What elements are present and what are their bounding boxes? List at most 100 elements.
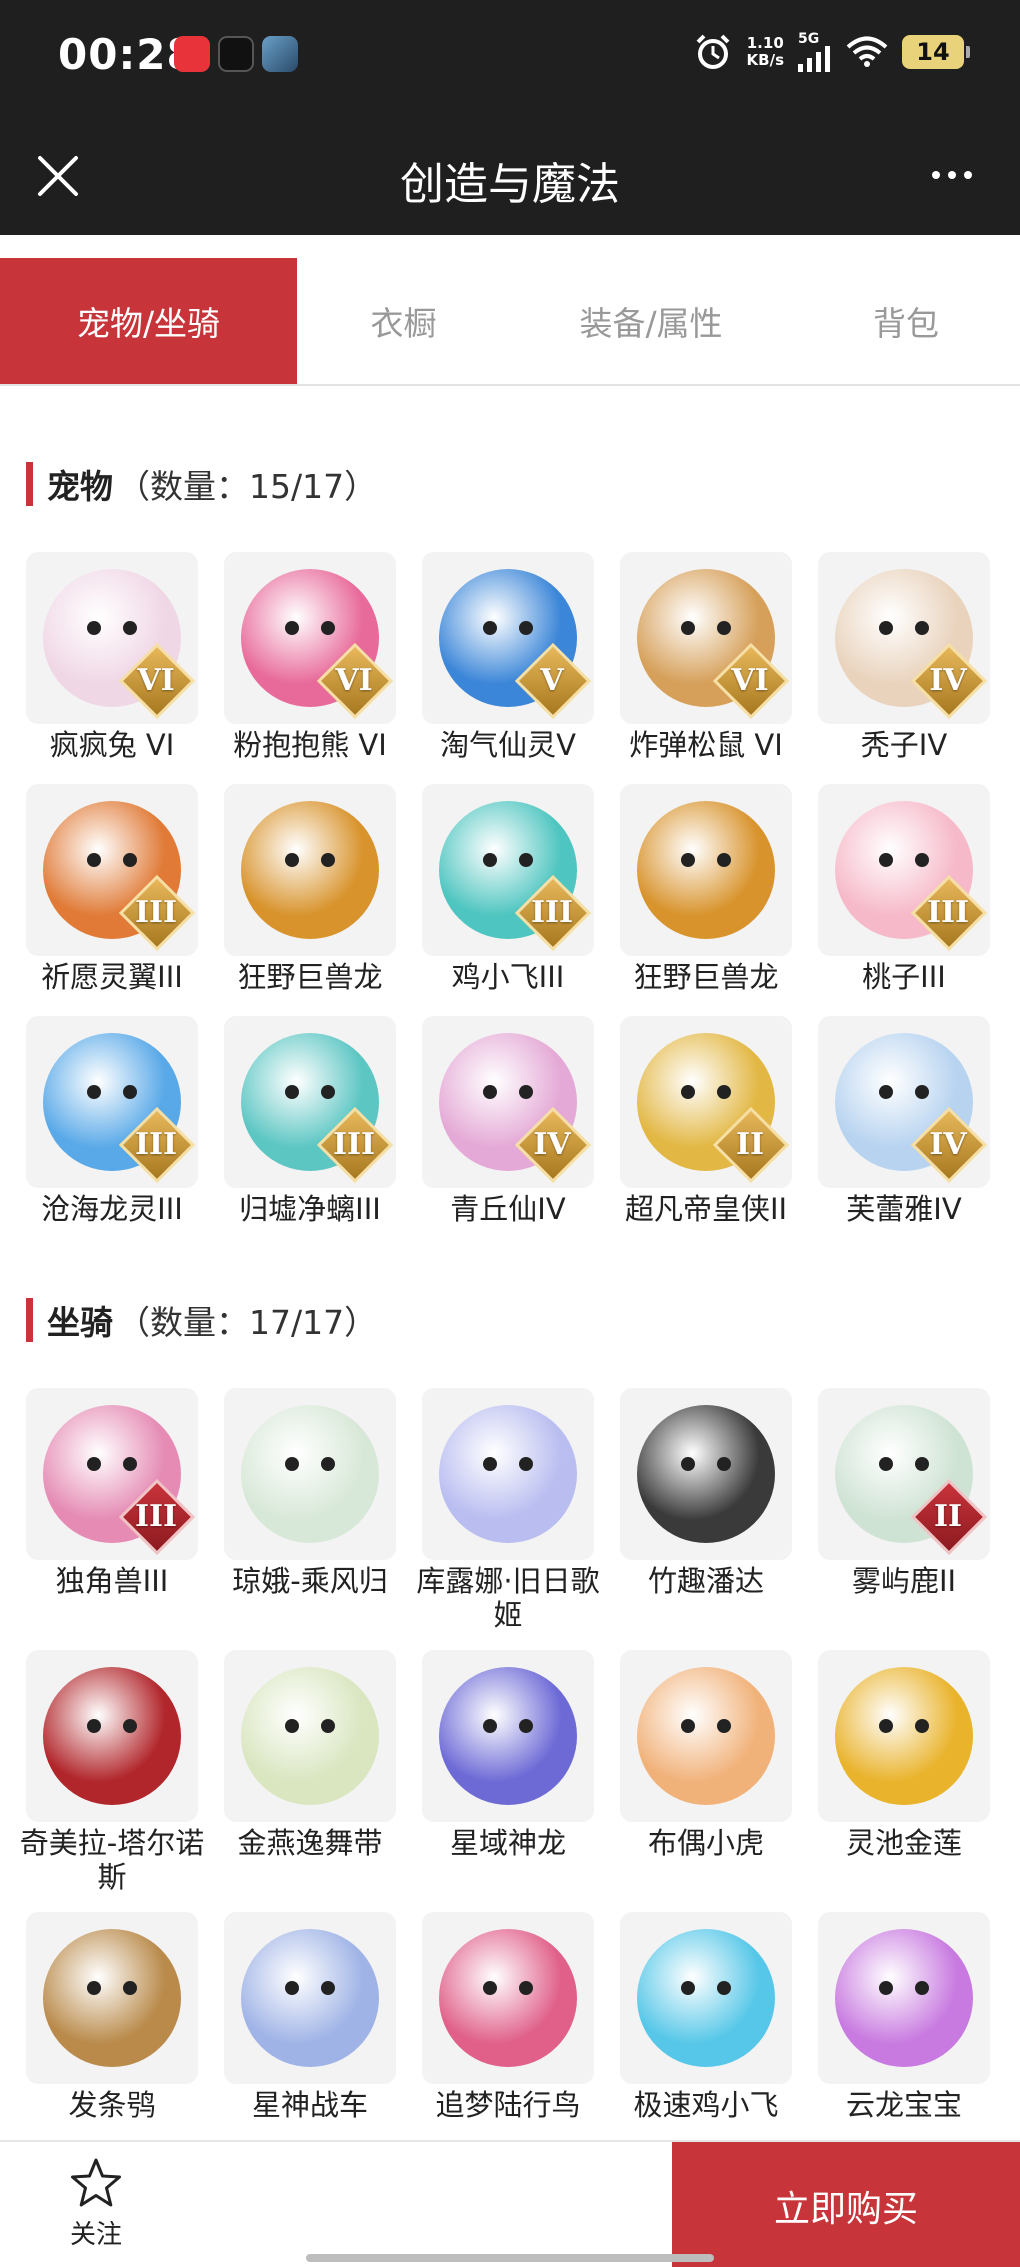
section-accent-bar — [26, 462, 33, 506]
net-speed-unit: KB/s — [746, 51, 784, 69]
tab-wardrobe[interactable]: 衣橱 — [297, 258, 510, 384]
pet-name: 秃子IV — [860, 728, 948, 762]
mount-thumbnail: III — [26, 1388, 198, 1560]
pet-name: 桃子III — [862, 960, 946, 994]
artwork-eye — [123, 1719, 137, 1733]
pet-thumbnail: IV — [422, 1016, 594, 1188]
artwork-eye — [321, 1719, 335, 1733]
pet-thumbnail — [224, 784, 396, 956]
tab-backpack[interactable]: 背包 — [792, 258, 1020, 384]
artwork-eye — [681, 1085, 695, 1099]
pet-item[interactable]: VI 疯疯兔 VI — [26, 552, 198, 766]
artwork-eye — [681, 1719, 695, 1733]
pet-item[interactable]: 狂野巨兽龙 — [224, 784, 396, 998]
mount-item[interactable]: 金燕逸舞带 — [224, 1650, 396, 1894]
mount-item[interactable]: III 独角兽III — [26, 1388, 198, 1632]
artwork-eye — [321, 1457, 335, 1471]
artwork-eye — [483, 1719, 497, 1733]
pet-item[interactable]: VI 炸弹松鼠 VI — [620, 552, 792, 766]
signal-group: 5G — [798, 32, 832, 72]
artwork-eye — [87, 1719, 101, 1733]
rank-badge-text: IV — [929, 663, 967, 698]
pet-item[interactable]: III 鸡小飞III — [422, 784, 594, 998]
rank-badge-text: II — [933, 1499, 963, 1534]
buy-now-button[interactable]: 立即购买 — [672, 2142, 1020, 2267]
pet-item[interactable]: III 归墟净螭III — [224, 1016, 396, 1230]
tab-pets-mounts[interactable]: 宠物/坐骑 — [0, 258, 297, 384]
pet-item[interactable]: VI 粉抱抱熊 VI — [224, 552, 396, 766]
artwork-eye — [321, 1085, 335, 1099]
mount-thumbnail — [620, 1388, 792, 1560]
mount-thumbnail — [26, 1912, 198, 2084]
pet-thumbnail: III — [422, 784, 594, 956]
pet-item[interactable]: III 沧海龙灵III — [26, 1016, 198, 1230]
netease-cloud-music-icon — [174, 36, 210, 72]
follow-button[interactable]: 关注 — [54, 2156, 138, 2251]
pet-thumbnail: V — [422, 552, 594, 724]
mount-item[interactable]: II 雾屿鹿II — [818, 1388, 990, 1632]
pet-artwork — [241, 801, 379, 939]
pets-section-title: 宠物 （数量：15/17） — [26, 460, 377, 508]
mount-item[interactable]: 星神战车 — [224, 1912, 396, 2128]
tab-equipment-attributes[interactable]: 装备/属性 — [510, 258, 792, 384]
more-dot — [948, 171, 956, 179]
home-indicator[interactable] — [306, 2254, 714, 2262]
mount-name: 追梦陆行鸟 — [435, 2088, 581, 2122]
mount-artwork — [241, 1405, 379, 1543]
artwork-eye — [123, 853, 137, 867]
pet-name: 祈愿灵翼III — [41, 960, 183, 994]
pet-item[interactable]: 狂野巨兽龙 — [620, 784, 792, 998]
mount-item[interactable]: 追梦陆行鸟 — [422, 1912, 594, 2128]
mount-artwork — [835, 1929, 973, 2067]
mount-item[interactable]: 发条鸮 — [26, 1912, 198, 2128]
artwork-eye — [681, 853, 695, 867]
mount-item[interactable]: 布偶小虎 — [620, 1650, 792, 1894]
mount-thumbnail — [818, 1650, 990, 1822]
pet-item[interactable]: II 超凡帝皇侠II — [620, 1016, 792, 1230]
mount-thumbnail — [620, 1912, 792, 2084]
pet-thumbnail: III — [224, 1016, 396, 1188]
mount-thumbnail — [224, 1650, 396, 1822]
artwork-eye — [915, 1085, 929, 1099]
mount-item[interactable]: 库露娜·旧日歌姬 — [416, 1388, 600, 1632]
star-outline-icon — [71, 2158, 121, 2207]
mount-thumbnail — [224, 1388, 396, 1560]
artwork-eye — [717, 621, 731, 635]
artwork-eye — [285, 1085, 299, 1099]
pet-item[interactable]: V 淘气仙灵V — [422, 552, 594, 766]
mounts-title: 坐骑 — [47, 1303, 113, 1342]
mount-item[interactable]: 云龙宝宝 — [818, 1912, 990, 2128]
mount-item[interactable]: 灵池金莲 — [818, 1650, 990, 1894]
artwork-eye — [483, 1085, 497, 1099]
mount-item[interactable]: 奇美拉-塔尔诺斯 — [20, 1650, 204, 1894]
more-button[interactable] — [924, 160, 980, 190]
pet-item[interactable]: IV 青丘仙IV — [422, 1016, 594, 1230]
net-speed: 1.10 KB/s — [747, 35, 784, 69]
section-accent-bar — [26, 1298, 33, 1342]
mount-artwork — [637, 1405, 775, 1543]
artwork-eye — [123, 1457, 137, 1471]
mount-item[interactable]: 琼娥-乘风归 — [224, 1388, 396, 1632]
pet-item[interactable]: III 祈愿灵翼III — [26, 784, 198, 998]
mount-item[interactable]: 极速鸡小飞 — [620, 1912, 792, 2128]
artwork-eye — [519, 853, 533, 867]
pet-name: 青丘仙IV — [450, 1192, 566, 1226]
pet-item[interactable]: III 桃子III — [818, 784, 990, 998]
pet-name: 狂野巨兽龙 — [237, 960, 383, 994]
rank-badge-text: III — [530, 895, 574, 930]
artwork-eye — [879, 1457, 893, 1471]
mount-name: 琼娥-乘风归 — [232, 1564, 388, 1598]
artwork-eye — [915, 1981, 929, 1995]
mount-name: 竹趣潘达 — [647, 1564, 764, 1598]
pet-item[interactable]: IV 芙蕾雅IV — [818, 1016, 990, 1230]
artwork-eye — [717, 1457, 731, 1471]
mount-item[interactable]: 星域神龙 — [422, 1650, 594, 1894]
more-dot — [964, 171, 972, 179]
pet-item[interactable]: IV 秃子IV — [818, 552, 990, 766]
mount-item[interactable]: 竹趣潘达 — [620, 1388, 792, 1632]
rank-badge-text: V — [540, 663, 564, 698]
mount-name: 库露娜·旧日歌姬 — [416, 1564, 600, 1632]
pet-thumbnail: VI — [224, 552, 396, 724]
artwork-eye — [123, 1981, 137, 1995]
rank-badge-text: III — [134, 1127, 178, 1162]
